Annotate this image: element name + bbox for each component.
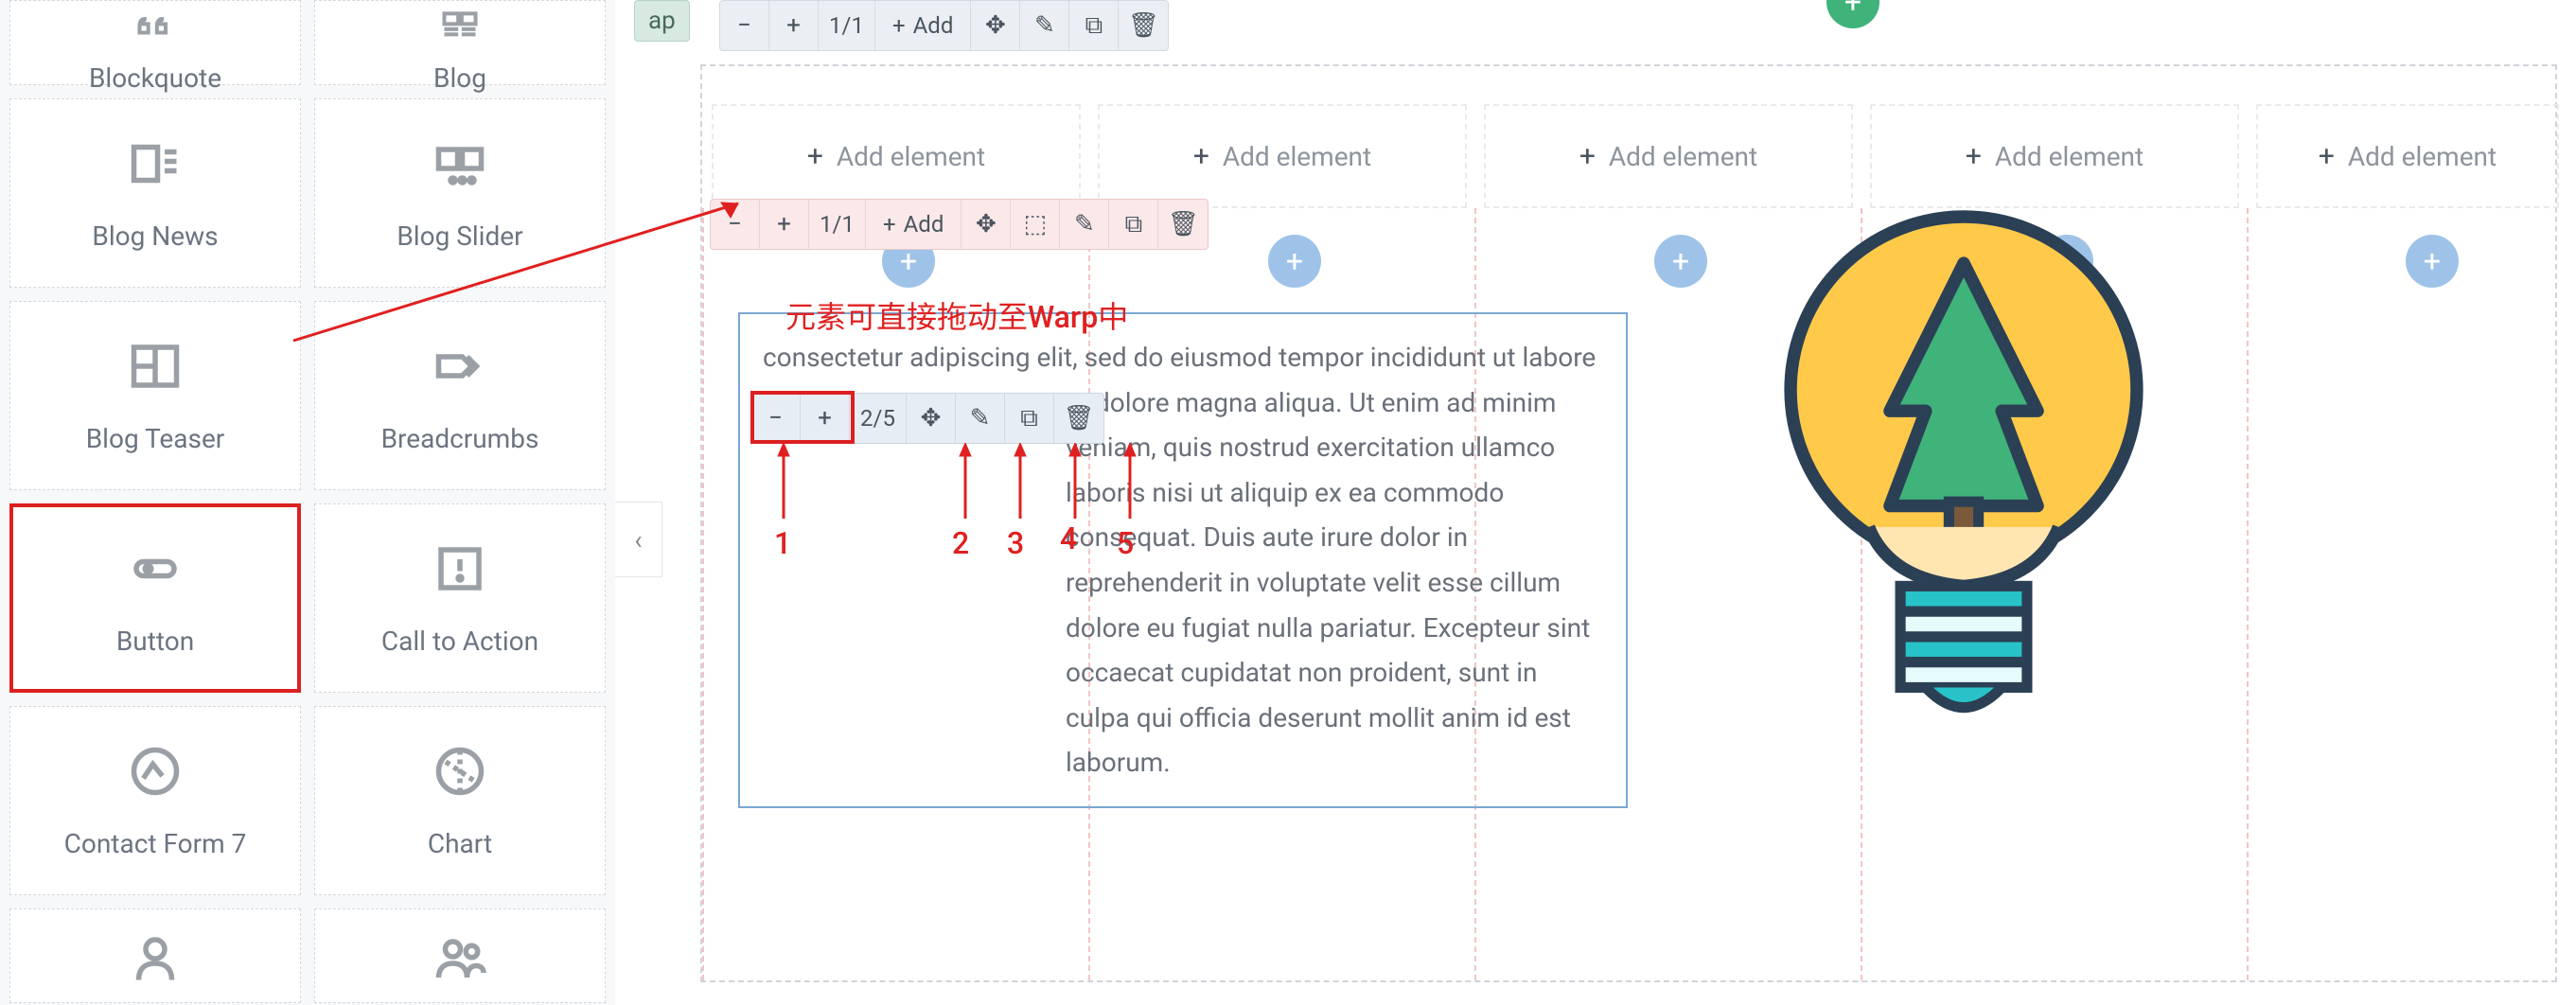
annotation-number-4: 4 [1060,520,1077,556]
pencil-icon: ✎ [1074,210,1095,238]
elem-person[interactable] [9,908,301,1003]
delete-button[interactable]: 🗑 [1119,1,1168,50]
chevron-left-icon: ‹ [634,524,642,555]
plus-icon: + [2319,140,2335,173]
columns-increase-button[interactable]: + [760,200,809,249]
section-tab[interactable]: ap [634,0,690,42]
column-add-button[interactable]: + [1654,235,1707,288]
blog-news-icon [127,135,184,202]
move-icon: ✥ [985,11,1006,40]
copy-icon: ⧉ [1020,404,1038,433]
column-add-button[interactable]: + [2406,235,2459,288]
duplicate-button[interactable]: ⧉ [1069,1,1119,50]
plus-icon: + [883,211,896,238]
select-icon: ⬚ [1024,210,1048,238]
columns-fraction: 1/1 [809,200,866,249]
annotation-hint-text: 元素可直接拖动至Warp中 [785,293,1128,337]
move-icon: ✥ [921,404,942,432]
elem-label: Button [116,626,194,657]
trash-icon: 🗑 [1063,404,1094,432]
copy-icon: ⧉ [1085,11,1103,41]
pencil-icon: ✎ [1034,11,1055,40]
edit-button[interactable]: ✎ [1020,1,1069,50]
annotation-number-3: 3 [1007,525,1024,561]
width-fraction: 2/5 [850,394,907,443]
column-add-element[interactable]: +Add element [712,104,1081,208]
cta-icon [432,540,488,607]
column-add-button[interactable]: + [1268,235,1321,288]
select-button[interactable]: ⬚ [1011,200,1060,249]
elem-label: Contact Form 7 [64,828,247,859]
duplicate-button[interactable]: ⧉ [1005,394,1054,443]
edit-button[interactable]: ✎ [1060,200,1109,249]
element-library-sidebar: Blockquote Blog Blog News Blog Slider Bl… [0,0,615,1005]
add-button[interactable]: +Add [866,200,962,249]
sidebar-collapse-button[interactable]: ‹ [615,502,662,577]
elem-cta[interactable]: Call to Action [314,503,606,693]
annotation-arrow-5 [1113,443,1151,528]
move-button[interactable]: ✥ [971,1,1020,50]
quote-icon [134,7,176,55]
annotation-number-1: 1 [774,525,791,561]
add-section-button[interactable]: + [1826,0,1879,28]
annotation-number-5: 5 [1117,525,1134,561]
columns-decrease-button[interactable]: − [720,1,769,50]
column-add-element[interactable]: +Add element [1098,104,1467,208]
elem-button[interactable]: Button [9,503,301,693]
elem-label: Blog News [92,220,218,252]
column-add-element[interactable]: +Add element [2256,104,2559,208]
plus-icon: + [1966,140,1982,173]
edit-button[interactable]: ✎ [956,394,1005,443]
plus-icon: + [892,12,906,39]
chart-icon [432,743,488,809]
move-button[interactable]: ✥ [907,394,956,443]
lightbulb-illustration [1751,189,2177,738]
columns-fraction: 1/1 [819,1,875,50]
columns-increase-button[interactable]: + [769,1,819,50]
row-toolbar: − + 1/1 +Add ✥ ⬚ ✎ ⧉ 🗑 [710,199,1209,250]
button-icon [127,540,184,607]
annotation-arrow-3 [1003,443,1041,528]
move-icon: ✥ [976,210,997,238]
delete-button[interactable]: 🗑 [1054,394,1103,443]
pencil-icon: ✎ [970,404,991,432]
section-toolbar: − + 1/1 +Add ✥ ✎ ⧉ 🗑 [719,0,1169,51]
annotation-arrow-2 [948,443,986,528]
elem-blog-news[interactable]: Blog News [9,98,301,288]
text-element[interactable]: consectetur adipiscing elit, sed do eius… [738,312,1628,808]
move-button[interactable]: ✥ [962,200,1011,249]
add-button[interactable]: +Add [875,1,971,50]
annotation-arrow [284,189,757,350]
elem-label: Chart [428,828,492,859]
plus-icon: + [1579,140,1596,173]
annotation-arrow-1 [767,443,804,528]
elem-label: Blockquote [89,62,221,94]
annotation-highlight-box [750,391,855,444]
plus-icon: + [807,140,823,173]
elem-people[interactable] [314,908,606,1003]
trash-icon: 🗑 [1128,11,1159,40]
contact-form-icon [127,743,184,809]
elem-label: Call to Action [381,626,538,657]
elem-blockquote[interactable]: Blockquote [9,0,301,85]
blog-icon [439,7,481,55]
people-icon [432,930,488,996]
copy-icon: ⧉ [1125,210,1143,239]
annotation-arrow-4 [1058,443,1096,528]
person-icon [127,930,184,996]
trash-icon: 🗑 [1168,210,1199,238]
elem-blog[interactable]: Blog [314,0,606,85]
annotation-number-2: 2 [952,525,969,561]
duplicate-button[interactable]: ⧉ [1109,200,1158,249]
elem-blog-teaser[interactable]: Blog Teaser [9,301,301,490]
delete-button[interactable]: 🗑 [1158,200,1208,249]
elem-label: Breadcrumbs [381,423,539,454]
elem-label: Blog [433,62,486,94]
elem-contact-form[interactable]: Contact Form 7 [9,706,301,895]
plus-icon: + [1193,140,1209,173]
elem-chart[interactable]: Chart [314,706,606,895]
blog-teaser-icon [127,338,184,404]
elem-label: Blog Teaser [86,423,225,454]
